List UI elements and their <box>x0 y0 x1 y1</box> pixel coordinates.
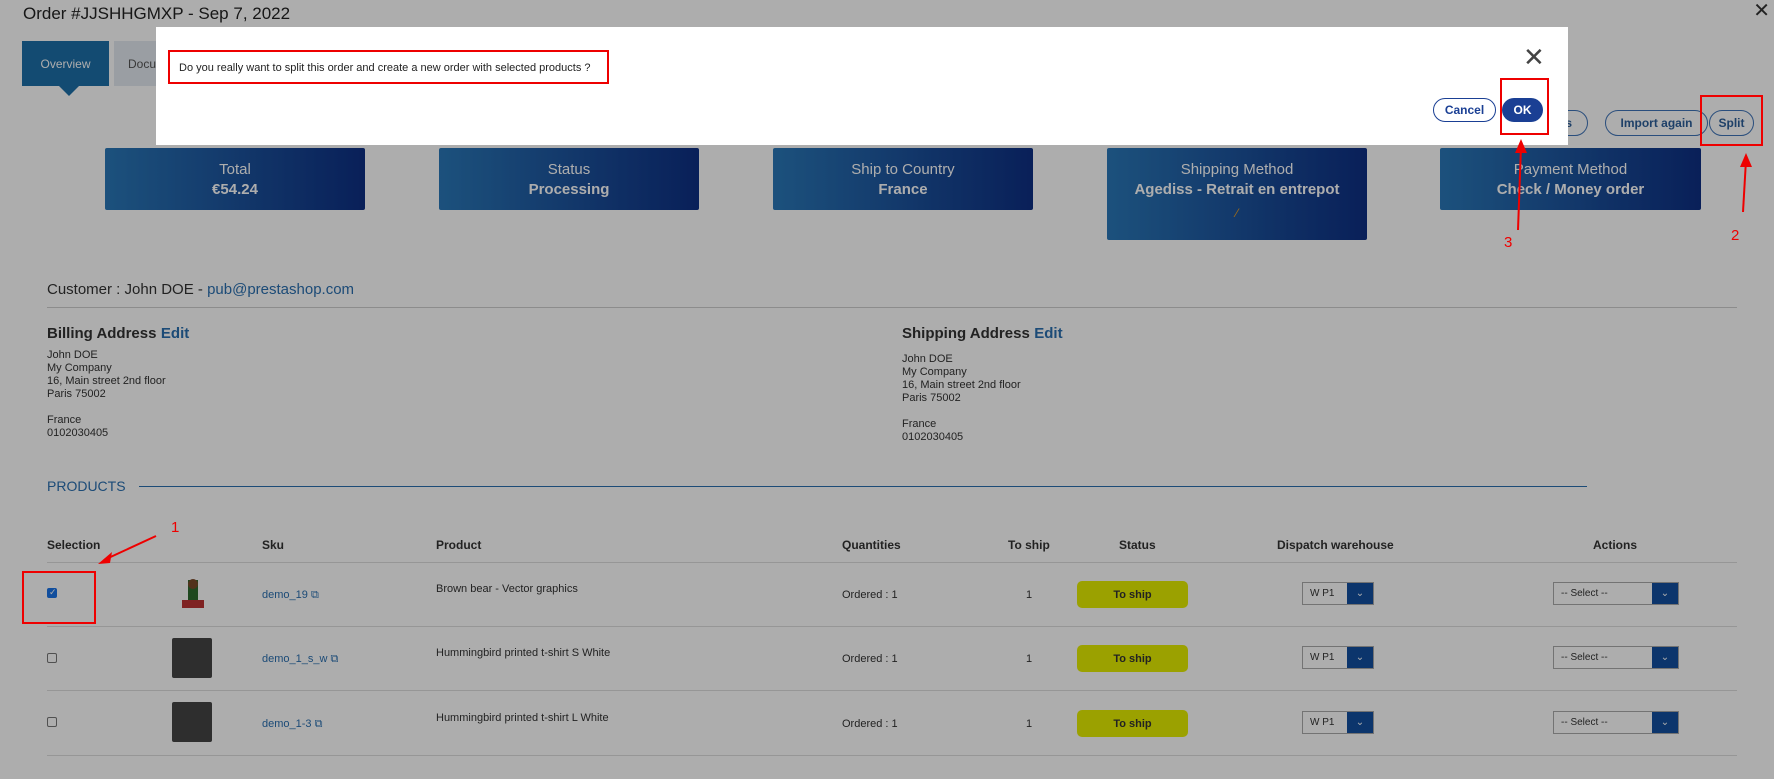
annotation-arrows <box>98 139 1752 564</box>
annotation-step-2: 2 <box>1731 227 1740 244</box>
annotation-step-3: 3 <box>1504 234 1513 251</box>
annotation-step-1: 1 <box>171 519 180 536</box>
